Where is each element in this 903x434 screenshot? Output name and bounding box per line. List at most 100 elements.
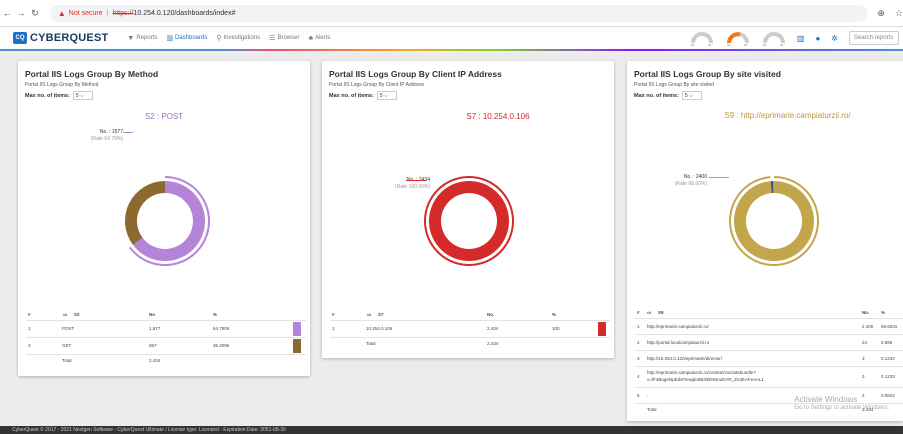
stats-icon[interactable]: ▥: [797, 34, 805, 43]
table-row[interactable]: 1 http://eprimarie.campiaturzii.ro/ 2,40…: [635, 318, 903, 333]
col-no[interactable]: No: [149, 312, 155, 317]
gauge-cpu-max: 00: [708, 43, 712, 46]
col-hash: #: [28, 312, 31, 317]
brand-logo[interactable]: CQ CYBERQUEST: [13, 32, 108, 44]
warning-icon: ▲: [57, 8, 66, 18]
data-table: # ▭ S7 No. % 1 10.254.0.106 2,434 100 To…: [330, 310, 610, 355]
row-index: 1: [637, 323, 640, 329]
max-items-select[interactable]: 5 ⌵: [681, 91, 702, 100]
col-pct[interactable]: %: [552, 312, 556, 317]
row-name: http://eprimarie.campiaturzii.ro/content…: [647, 370, 756, 375]
search-input[interactable]: Search reports: [849, 31, 899, 45]
nav-browser[interactable]: ☰ Browser: [269, 34, 299, 42]
table-row[interactable]: 3 http://10.254.0.120/eprimarie/director…: [635, 350, 903, 365]
table-header: # ▭ S2 No %: [26, 310, 306, 319]
row-pct: 35.2095: [213, 343, 230, 348]
watermark-title: Activate Windows: [794, 395, 858, 404]
row-index: 4: [637, 374, 640, 379]
table-total-row: Total 2,434: [26, 354, 306, 366]
row-no: 857: [149, 343, 157, 348]
nav-accent-strip: [0, 49, 903, 51]
total-no: 2,434: [149, 358, 161, 363]
nav-investigations-label: Investigations: [223, 35, 261, 41]
gauge-cpu: 00 00: [691, 32, 713, 46]
row-index: 2: [637, 339, 640, 345]
forward-icon[interactable]: →: [14, 8, 28, 18]
url-scheme: https://: [112, 9, 134, 17]
gauge-disk: 00 00: [763, 32, 785, 46]
table-row[interactable]: 4 http://eprimarie.campiaturzii.ro/conte…: [635, 366, 903, 386]
donut-label-rate: (Rate 64.79%): [90, 136, 123, 142]
max-items-label: Max no. of items:: [634, 92, 679, 99]
table-row[interactable]: 1 10.254.0.106 2,434 100: [330, 320, 610, 336]
nav-reports-label: Reports: [136, 35, 158, 41]
data-table: # ▭ S2 No % 1 POST 1,577 64.7905 2 GET 8…: [26, 310, 306, 370]
table-row[interactable]: 2 GET 857 35.2095: [26, 337, 306, 353]
nav-browser-label: Browser: [277, 35, 300, 41]
gauge-memory: 00 00: [727, 32, 749, 46]
max-items-select[interactable]: 5 ⌵: [376, 91, 397, 100]
row-color-swatch: [293, 339, 301, 353]
table-row[interactable]: 2 http://portal.localcampiaturzii.ro 24 …: [635, 334, 903, 349]
zoom-icon[interactable]: ⊕: [877, 8, 885, 19]
donut-label-count: No. : 2400: [683, 174, 707, 180]
row-name: http://eprimarie.campiaturzii.ro/: [647, 323, 709, 329]
col-no[interactable]: No.: [487, 312, 494, 317]
total-no: 2,434: [487, 341, 499, 346]
total-label: Total: [62, 358, 72, 363]
total-label: Total: [647, 407, 657, 412]
donut-chart: [729, 176, 819, 266]
address-bar[interactable]: ▲ Not secure | https:// 10.254.0.120/das…: [49, 4, 868, 22]
donut-leader-line: [123, 132, 133, 133]
donut-label-rate: (Rate 98.60%): [674, 181, 707, 187]
donut-label: No. : 1577 (Rate 64.79%): [68, 129, 123, 143]
row-name: GET: [62, 343, 72, 348]
row-color-swatch: [293, 322, 301, 336]
row-name-continued: v=fF4BogeNpEdsFiewjdo6B33EtNmuDAR_Zn3EAF…: [647, 377, 764, 382]
nav-investigations[interactable]: ⚲ Investigations: [216, 34, 260, 42]
col-pct[interactable]: %: [213, 312, 217, 317]
donut-slice[interactable]: [428, 181, 509, 261]
gauge-memory-max: 00: [744, 43, 748, 46]
nav-alerts[interactable]: ♣ Alerts: [308, 35, 330, 42]
donut-label-rate: (Rate 100.00%): [394, 184, 430, 190]
col-no[interactable]: No.: [862, 310, 869, 315]
gear-icon[interactable]: ✲: [831, 34, 838, 43]
max-items-row: Max no. of items: 5 ⌵: [634, 91, 702, 100]
row-no: 3: [862, 355, 865, 361]
row-name: POST: [62, 326, 75, 331]
col-hash: #: [332, 312, 335, 317]
browser-toolbar: ← → ↻ ▲ Not secure | https:// 10.254.0.1…: [0, 0, 903, 27]
panel-method: Portal IIS Logs Group By Method Portal I…: [18, 61, 310, 376]
max-items-value: 5: [75, 92, 79, 99]
col-pct[interactable]: %: [881, 310, 885, 315]
user-icon[interactable]: ●: [815, 34, 820, 43]
col-name[interactable]: S2: [74, 312, 80, 317]
chart-title: S7 : 10.254.0.106: [466, 112, 530, 121]
nav-dashboards[interactable]: ▥ Dashboards: [166, 34, 207, 42]
donut-label-count: No. : 1577: [99, 129, 123, 135]
gauge-disk-min: 00: [763, 43, 767, 46]
table-row[interactable]: 1 POST 1,577 64.7905: [26, 320, 306, 336]
panel-subtitle: Portal IIS Logs Group By Method: [25, 82, 99, 88]
filter-icon: ▼: [127, 34, 135, 42]
chart-title: S9 : http://eprimarie.campiaturzii.ro/: [724, 111, 851, 120]
nav-reports[interactable]: ▼ Reports: [127, 35, 157, 42]
max-items-row: Max no. of items: 5 ⌵: [25, 91, 93, 100]
back-icon[interactable]: ←: [0, 8, 14, 18]
panel-subtitle: Portal IIS Logs Group By Client IP Addre…: [329, 82, 424, 88]
panel-client-ip: Portal IIS Logs Group By Client IP Addre…: [322, 61, 614, 358]
reload-icon[interactable]: ↻: [28, 8, 42, 19]
address-separator: |: [106, 9, 109, 17]
bookmark-star-icon[interactable]: ☆: [895, 8, 903, 19]
col-name[interactable]: S9: [658, 310, 664, 315]
row-no: 2,434: [487, 326, 499, 331]
table-header: # ▭ S9 No. %: [635, 308, 903, 317]
row-pct: 100: [552, 326, 560, 331]
nav-alerts-label: Alerts: [315, 35, 331, 41]
max-items-select[interactable]: 5 ⌵: [72, 91, 93, 100]
col-hash: #: [637, 310, 640, 315]
brand-name: CYBERQUEST: [30, 32, 109, 44]
col-name[interactable]: S7: [378, 312, 384, 317]
donut-slice[interactable]: [125, 181, 165, 245]
